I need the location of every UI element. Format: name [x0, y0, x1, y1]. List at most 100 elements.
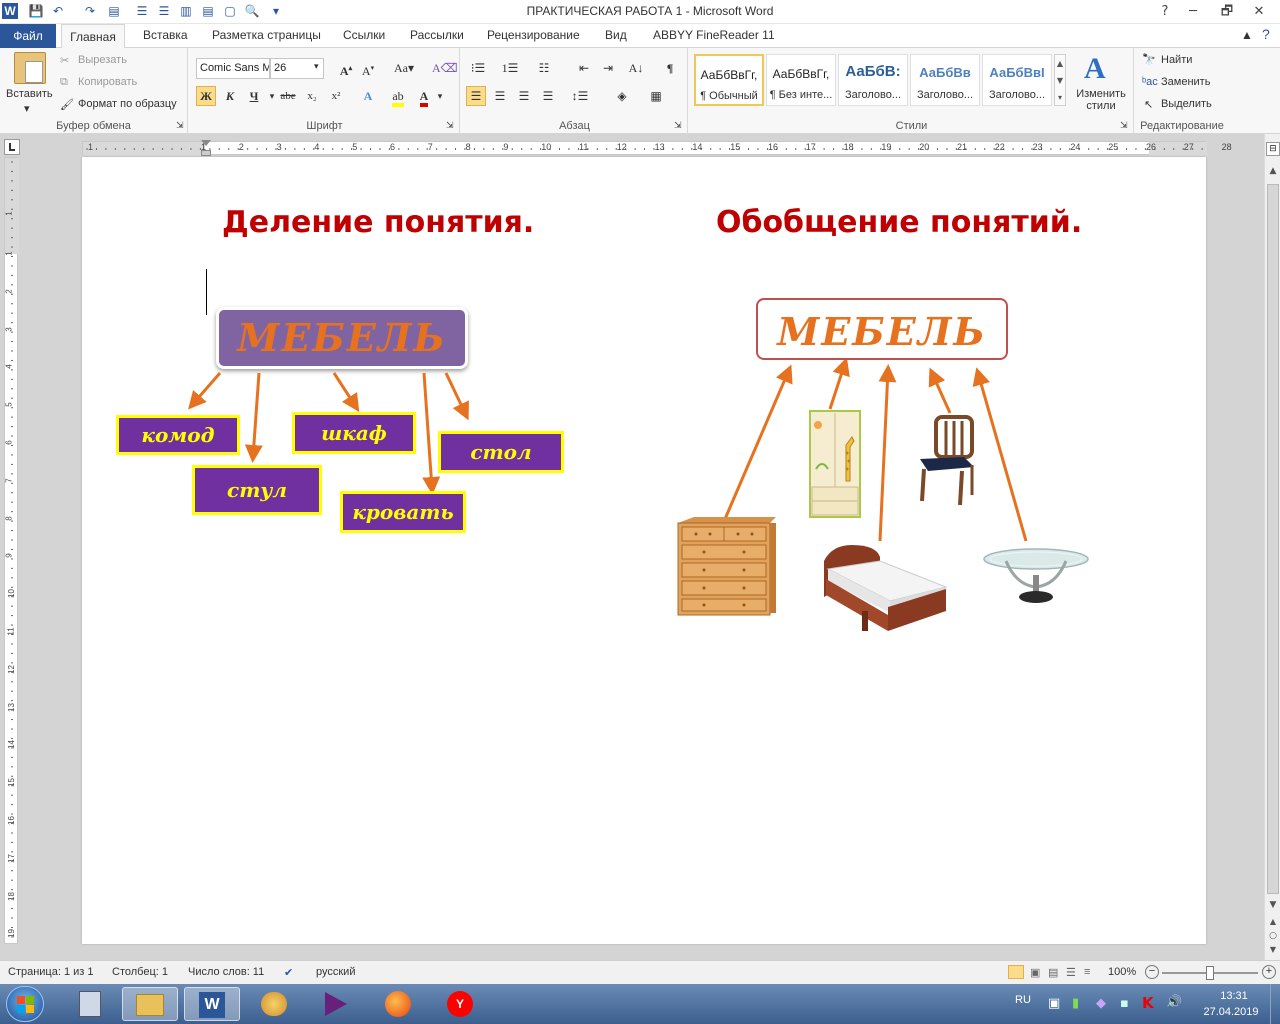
quick-access-icon[interactable]: ▤: [106, 3, 122, 19]
explorer-app-icon[interactable]: [122, 987, 178, 1021]
find-button[interactable]: Найти: [1161, 54, 1192, 66]
grow-font-icon[interactable]: A▴: [336, 58, 356, 78]
word-count[interactable]: Число слов: 11: [188, 966, 264, 978]
scroll-up-icon[interactable]: ▲: [1266, 164, 1280, 178]
font-color-dropdown-icon[interactable]: ▾: [430, 86, 450, 106]
save-icon[interactable]: 💾: [28, 3, 44, 19]
show-desktop-button[interactable]: [1270, 984, 1280, 1024]
browse-object-icon[interactable]: ○: [1266, 930, 1280, 942]
input-language[interactable]: RU: [1015, 994, 1031, 1006]
tab-abbyy[interactable]: ABBYY FineReader 11: [653, 28, 775, 42]
highlight-color-icon[interactable]: ab: [388, 86, 408, 107]
font-name-combo[interactable]: Comic Sans M: [196, 58, 270, 79]
bold-button[interactable]: Ж: [196, 86, 216, 106]
tray-icon[interactable]: ◆: [1096, 996, 1106, 1011]
minimize-button[interactable]: ─: [1178, 2, 1208, 22]
zoom-out-icon[interactable]: −: [1145, 965, 1159, 979]
print-preview-icon[interactable]: 🔍: [244, 3, 260, 19]
paste-dropdown-icon[interactable]: ▾: [24, 102, 30, 115]
numbering-icon[interactable]: 1☰: [500, 58, 520, 78]
close-button[interactable]: ✕: [1244, 2, 1274, 22]
yandex-browser-app-icon[interactable]: Y: [432, 987, 488, 1021]
format-painter-button[interactable]: Формат по образцу: [78, 98, 177, 110]
style-heading-3[interactable]: АаБбВвI Заголово...: [982, 54, 1052, 106]
tab-view[interactable]: Вид: [605, 28, 627, 42]
style-heading-1[interactable]: АаБбВ: Заголово...: [838, 54, 908, 106]
clock-time[interactable]: 13:31: [1202, 990, 1266, 1002]
redo-icon[interactable]: ↷: [82, 3, 98, 19]
tab-insert[interactable]: Вставка: [143, 28, 188, 42]
decrease-indent-icon[interactable]: ⇤: [574, 58, 594, 78]
next-page-icon[interactable]: ▼: [1266, 944, 1280, 956]
change-case-icon[interactable]: Aa▾: [390, 58, 418, 78]
tab-mailings[interactable]: Рассылки: [410, 28, 464, 42]
font-size-dropdown-icon[interactable]: ▾: [314, 61, 319, 72]
part-box-stul[interactable]: стул: [192, 465, 322, 515]
visual-studio-app-icon[interactable]: [308, 987, 364, 1021]
restore-button[interactable]: 🗗: [1212, 2, 1242, 22]
help-icon[interactable]: ?: [1262, 26, 1270, 42]
zoom-in-icon[interactable]: +: [1262, 965, 1276, 979]
show-formatting-icon[interactable]: ¶: [660, 58, 680, 78]
paste-button[interactable]: Вставить: [6, 88, 53, 100]
quick-access-icon[interactable]: ☰: [134, 3, 150, 19]
collapse-ribbon-icon[interactable]: ▲: [1241, 28, 1253, 42]
undo-icon[interactable]: ↶: [50, 3, 66, 19]
clock-date[interactable]: 27.04.2019: [1196, 1006, 1266, 1018]
tray-icon[interactable]: ▪: [1120, 996, 1129, 1011]
multilevel-list-icon[interactable]: ☷: [534, 58, 554, 78]
dialog-launcher-icon[interactable]: ⇲: [446, 120, 454, 131]
part-box-stol[interactable]: стол: [438, 431, 564, 473]
word-app-icon[interactable]: W: [184, 987, 240, 1021]
draft-icon[interactable]: ≡: [1084, 966, 1090, 978]
quick-access-icon[interactable]: ▢: [222, 3, 238, 19]
paste-icon[interactable]: [14, 52, 46, 84]
page-count[interactable]: Страница: 1 из 1: [8, 966, 94, 978]
outline-icon[interactable]: ☰: [1066, 966, 1076, 979]
column-indicator[interactable]: Столбец: 1: [112, 966, 168, 978]
superscript-button[interactable]: x²: [326, 86, 346, 106]
zoom-slider-thumb[interactable]: [1206, 966, 1214, 980]
tab-file[interactable]: Файл: [0, 24, 56, 48]
web-layout-icon[interactable]: ▤: [1048, 966, 1058, 979]
quick-access-icon[interactable]: ▥: [178, 3, 194, 19]
style-heading-2[interactable]: АаБбВв Заголово...: [910, 54, 980, 106]
customize-quick-access-icon[interactable]: ▾: [268, 3, 284, 19]
align-right-icon[interactable]: ☰: [514, 86, 534, 106]
tab-home[interactable]: Главная: [61, 24, 125, 49]
tab-page-layout[interactable]: Разметка страницы: [212, 28, 321, 42]
cut-button[interactable]: Вырезать: [78, 54, 127, 66]
tab-references[interactable]: Ссылки: [343, 28, 385, 42]
copy-button[interactable]: Копировать: [78, 76, 137, 88]
align-center-icon[interactable]: ☰: [490, 86, 510, 106]
scroll-down-icon[interactable]: ▼: [1266, 898, 1280, 912]
justify-icon[interactable]: ☰: [538, 86, 558, 106]
dialog-launcher-icon[interactable]: ⇲: [1120, 120, 1128, 131]
italic-button[interactable]: К: [220, 86, 240, 106]
split-view-icon[interactable]: ⊟: [1266, 142, 1280, 156]
zoom-level[interactable]: 100%: [1108, 966, 1136, 978]
tray-icon[interactable]: ▣: [1048, 996, 1060, 1011]
document-page[interactable]: Деление понятия. Обобщение понятий. МЕБЕ…: [82, 157, 1206, 944]
dialog-launcher-icon[interactable]: ⇲: [176, 120, 184, 131]
styles-scroll-icon[interactable]: ▲ ▼ ▾: [1054, 54, 1066, 106]
part-box-krovat[interactable]: кровать: [340, 491, 466, 533]
part-box-shkaf[interactable]: шкаф: [292, 412, 416, 454]
strikethrough-button[interactable]: abe: [278, 86, 298, 106]
print-layout-icon[interactable]: [1008, 965, 1024, 979]
text-effects-icon[interactable]: A: [358, 86, 378, 106]
shrink-font-icon[interactable]: A▾: [358, 58, 378, 78]
vertical-scrollbar[interactable]: ⊟ ▲ ▼ ▲ ○ ▼: [1264, 134, 1280, 960]
tray-icon[interactable]: ▮: [1072, 996, 1079, 1011]
quick-access-icon[interactable]: ☰: [156, 3, 172, 19]
paint-app-icon[interactable]: [246, 987, 302, 1021]
subscript-button[interactable]: x₂: [302, 86, 322, 106]
part-box-komod[interactable]: комод: [116, 415, 240, 455]
volume-icon[interactable]: 🔊: [1166, 995, 1182, 1010]
style-no-spacing[interactable]: АаБбВвГг, ¶ Без инте...: [766, 54, 836, 106]
replace-button[interactable]: Заменить: [1161, 76, 1210, 88]
help-button[interactable]: ?: [1150, 2, 1180, 22]
scroll-thumb[interactable]: [1267, 184, 1279, 894]
proofing-icon[interactable]: ✔: [284, 966, 293, 979]
shading-icon[interactable]: ◈: [612, 86, 632, 106]
